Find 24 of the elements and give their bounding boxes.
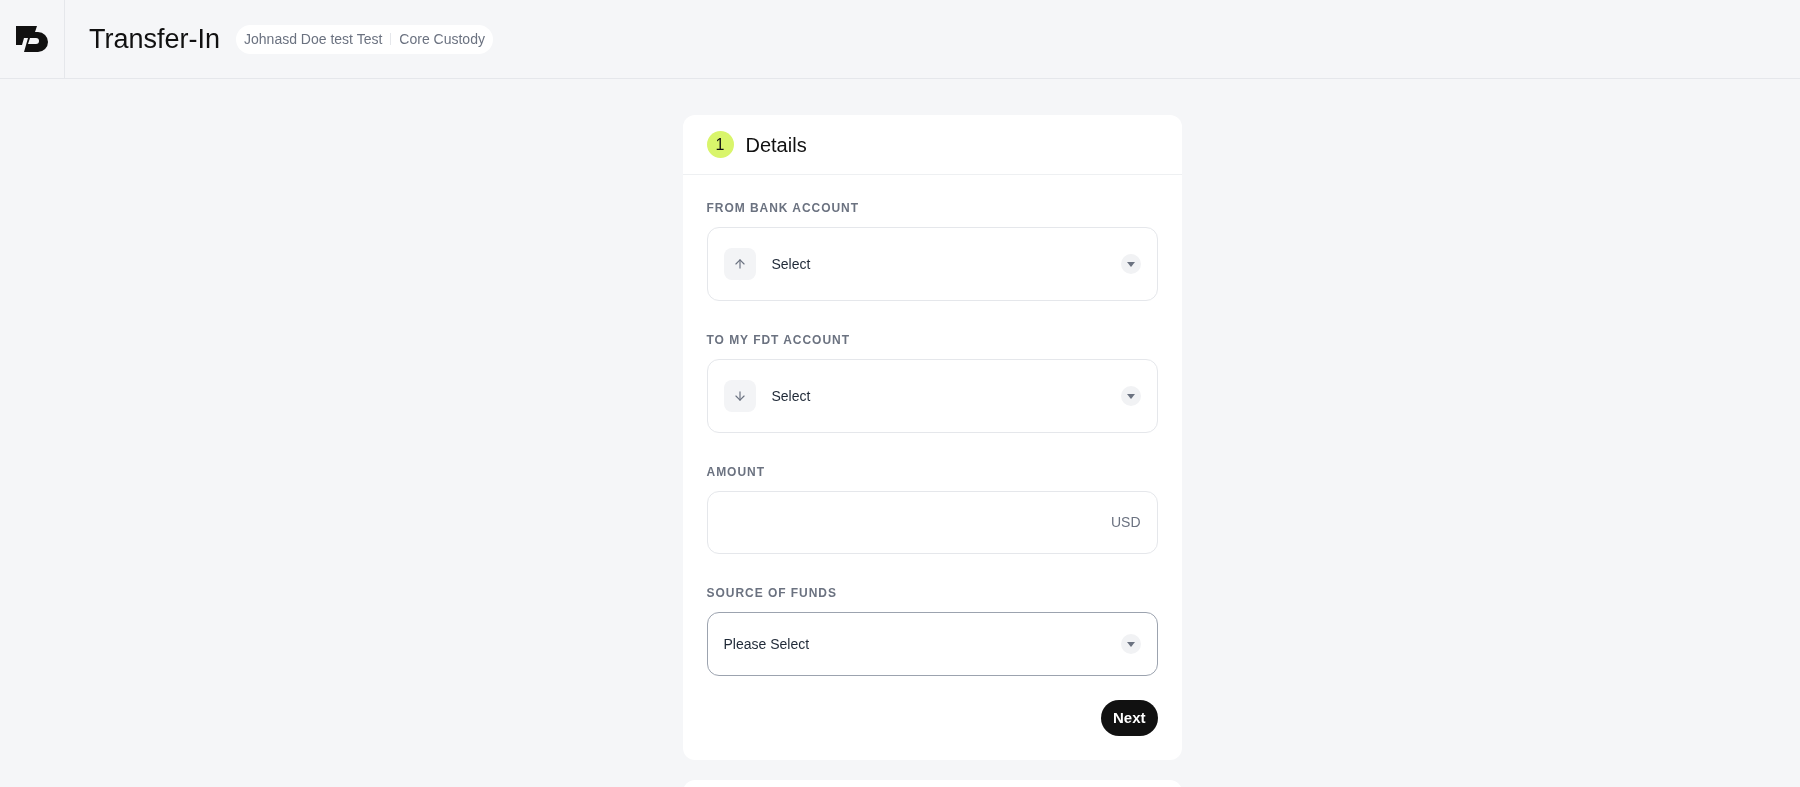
logo-icon[interactable]	[16, 26, 48, 52]
dropdown-caret-icon	[1120, 254, 1141, 274]
field-label: AMOUNT	[706, 464, 766, 481]
select-value: Select	[771, 386, 812, 406]
account-select[interactable]: Select	[706, 227, 1158, 301]
arrow-down-icon	[723, 380, 756, 412]
select-value: Please Select	[723, 634, 811, 654]
field-label: TO MY FDT ACCOUNT	[706, 332, 851, 349]
page-title: Transfer-In	[89, 22, 221, 56]
breadcrumb-item[interactable]: Core Custody	[399, 28, 485, 50]
select-value: Select	[771, 254, 812, 274]
field-label: FROM BANK ACCOUNT	[706, 200, 861, 217]
account-select[interactable]: Select	[706, 359, 1158, 433]
select-field[interactable]: Please Select	[706, 612, 1158, 676]
step-number-badge: 1	[706, 131, 734, 158]
dropdown-caret-icon	[1120, 634, 1141, 654]
currency-label: USD	[1110, 513, 1141, 532]
next-button[interactable]: Next	[1101, 700, 1158, 736]
field-label: SOURCE OF FUNDS	[706, 585, 838, 602]
arrow-up-icon	[723, 248, 756, 280]
amount-field[interactable]: USD	[706, 491, 1158, 554]
step-title: Details	[745, 132, 807, 158]
breadcrumb-item[interactable]: Johnasd Doe test Test	[244, 28, 383, 50]
dropdown-caret-icon	[1120, 386, 1141, 406]
